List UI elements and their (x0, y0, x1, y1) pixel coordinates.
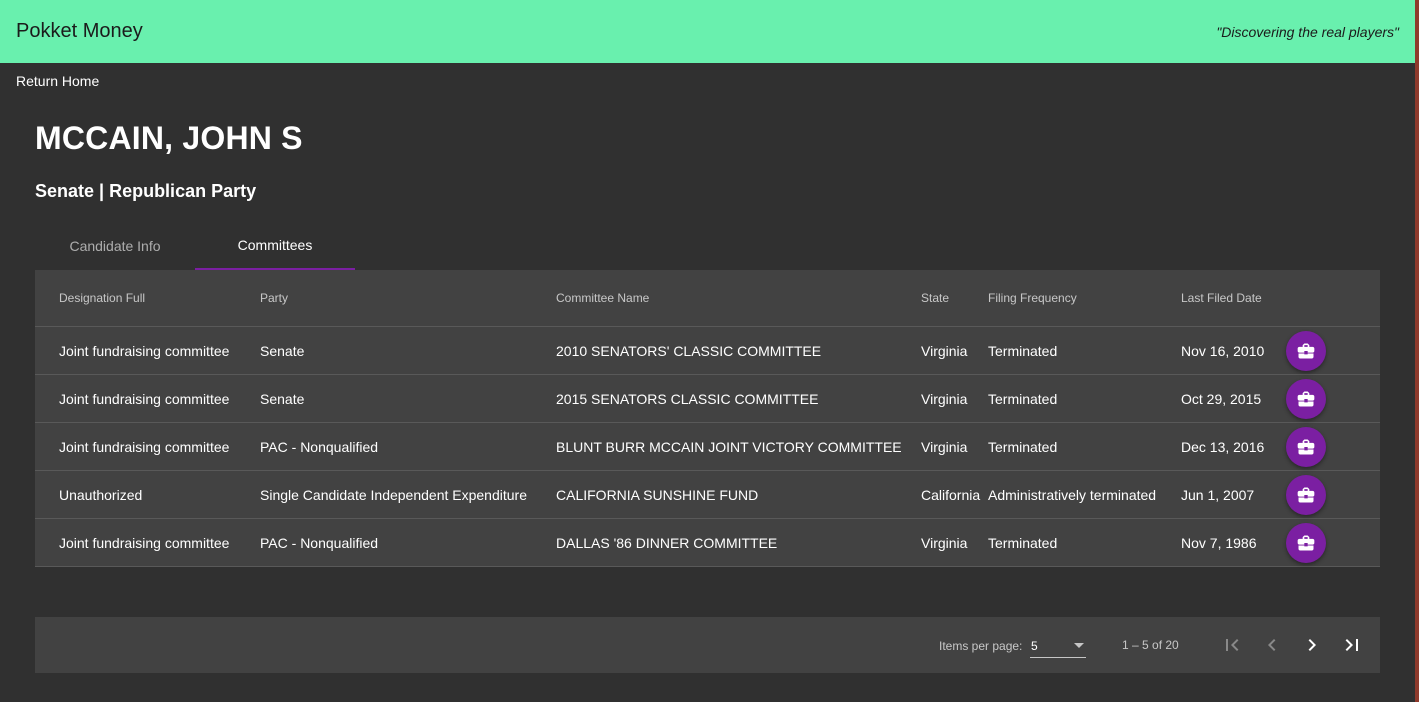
cell-filing-frequency: Terminated (988, 374, 1181, 423)
cell-party: Senate (260, 374, 556, 423)
committees-table: Designation Full Party Committee Name St… (35, 270, 1380, 567)
items-per-page-label: Items per page: (939, 639, 1023, 653)
cell-committee-name: BLUNT BURR MCCAIN JOINT VICTORY COMMITTE… (556, 422, 921, 471)
committee-details-button[interactable] (1286, 474, 1326, 515)
app-title: Pokket Money (16, 20, 143, 42)
cell-party: Senate (260, 326, 556, 375)
tab-bar: Candidate Info Committees (35, 222, 355, 270)
cell-committee-name: 2010 SENATORS' CLASSIC COMMITTEE (556, 326, 921, 375)
table-row: Unauthorized Single Candidate Independen… (35, 470, 1380, 519)
column-header-actions (1286, 270, 1380, 327)
cell-state: Virginia (921, 518, 988, 567)
tab-label: Candidate Info (69, 238, 161, 254)
column-header-state[interactable]: State (921, 270, 988, 327)
window-edge (1415, 0, 1419, 702)
cell-filing-frequency: Terminated (988, 422, 1181, 471)
candidate-name: MCCAIN, JOHN S (35, 120, 303, 156)
cell-state: Virginia (921, 422, 988, 471)
first-page-button[interactable] (1212, 625, 1252, 665)
column-header-designation[interactable]: Designation Full (35, 270, 260, 327)
cell-last-filed-date: Nov 7, 1986 (1181, 518, 1286, 567)
cell-state: Virginia (921, 374, 988, 423)
cell-last-filed-date: Dec 13, 2016 (1181, 422, 1286, 471)
cell-filing-frequency: Terminated (988, 326, 1181, 375)
table-header-row: Designation Full Party Committee Name St… (35, 270, 1380, 327)
candidate-subtitle: Senate | Republican Party (35, 181, 257, 201)
cell-action (1286, 326, 1380, 375)
tab-label: Committees (237, 237, 313, 253)
cell-state: Virginia (921, 326, 988, 375)
first-page-icon (1226, 639, 1239, 651)
cell-party: PAC - Nonqualified (260, 518, 556, 567)
cell-committee-name: CALIFORNIA SUNSHINE FUND (556, 470, 921, 519)
tab-committees[interactable]: Committees (195, 222, 355, 270)
briefcase-icon (1297, 343, 1315, 358)
column-header-committee-name[interactable]: Committee Name (556, 270, 921, 327)
committee-details-button[interactable] (1286, 426, 1326, 467)
column-header-filing-frequency[interactable]: Filing Frequency (988, 270, 1181, 327)
cell-party: Single Candidate Independent Expenditure (260, 470, 556, 519)
cell-last-filed-date: Nov 16, 2010 (1181, 326, 1286, 375)
app-toolbar: Pokket Money "Discovering the real playe… (0, 0, 1415, 63)
column-header-last-filed-date[interactable]: Last Filed Date (1181, 270, 1286, 327)
last-page-icon (1345, 639, 1358, 651)
briefcase-icon (1297, 439, 1315, 454)
cell-last-filed-date: Oct 29, 2015 (1181, 374, 1286, 423)
cell-party: PAC - Nonqualified (260, 422, 556, 471)
page-size-select[interactable]: 5 (1030, 635, 1086, 658)
cell-action (1286, 518, 1380, 567)
cell-last-filed-date: Jun 1, 2007 (1181, 470, 1286, 519)
cell-designation: Joint fundraising committee (35, 374, 260, 423)
table-row: Joint fundraising committee Senate 2015 … (35, 374, 1380, 423)
cell-filing-frequency: Terminated (988, 518, 1181, 567)
previous-page-button[interactable] (1252, 625, 1292, 665)
dropdown-arrow-icon (1074, 643, 1084, 648)
table-row: Joint fundraising committee Senate 2010 … (35, 326, 1380, 375)
next-page-icon (1308, 639, 1316, 651)
last-page-button[interactable] (1332, 625, 1372, 665)
paginator: Items per page: 5 1 – 5 of 20 (35, 617, 1380, 673)
committee-details-button[interactable] (1286, 522, 1326, 563)
tab-candidate-info[interactable]: Candidate Info (35, 222, 195, 270)
column-header-party[interactable]: Party (260, 270, 556, 327)
briefcase-icon (1297, 535, 1315, 550)
table-row: Joint fundraising committee PAC - Nonqua… (35, 422, 1380, 471)
cell-designation: Unauthorized (35, 470, 260, 519)
cell-committee-name: DALLAS '86 DINNER COMMITTEE (556, 518, 921, 567)
previous-page-icon (1268, 639, 1276, 651)
cell-action (1286, 470, 1380, 519)
app-tagline: "Discovering the real players" (1216, 23, 1399, 40)
cell-action (1286, 422, 1380, 471)
return-home-link[interactable]: Return Home (16, 73, 99, 89)
cell-state: California (921, 470, 988, 519)
cell-designation: Joint fundraising committee (35, 326, 260, 375)
table-row: Joint fundraising committee PAC - Nonqua… (35, 518, 1380, 567)
cell-designation: Joint fundraising committee (35, 518, 260, 567)
cell-designation: Joint fundraising committee (35, 422, 260, 471)
briefcase-icon (1297, 391, 1315, 406)
page-range-label: 1 – 5 of 20 (1122, 638, 1179, 652)
page-size-value: 5 (1031, 639, 1038, 653)
briefcase-icon (1297, 487, 1315, 502)
committee-details-button[interactable] (1286, 330, 1326, 371)
committee-details-button[interactable] (1286, 378, 1326, 419)
cell-committee-name: 2015 SENATORS CLASSIC COMMITTEE (556, 374, 921, 423)
cell-filing-frequency: Administratively terminated (988, 470, 1181, 519)
next-page-button[interactable] (1292, 625, 1332, 665)
cell-action (1286, 374, 1380, 423)
